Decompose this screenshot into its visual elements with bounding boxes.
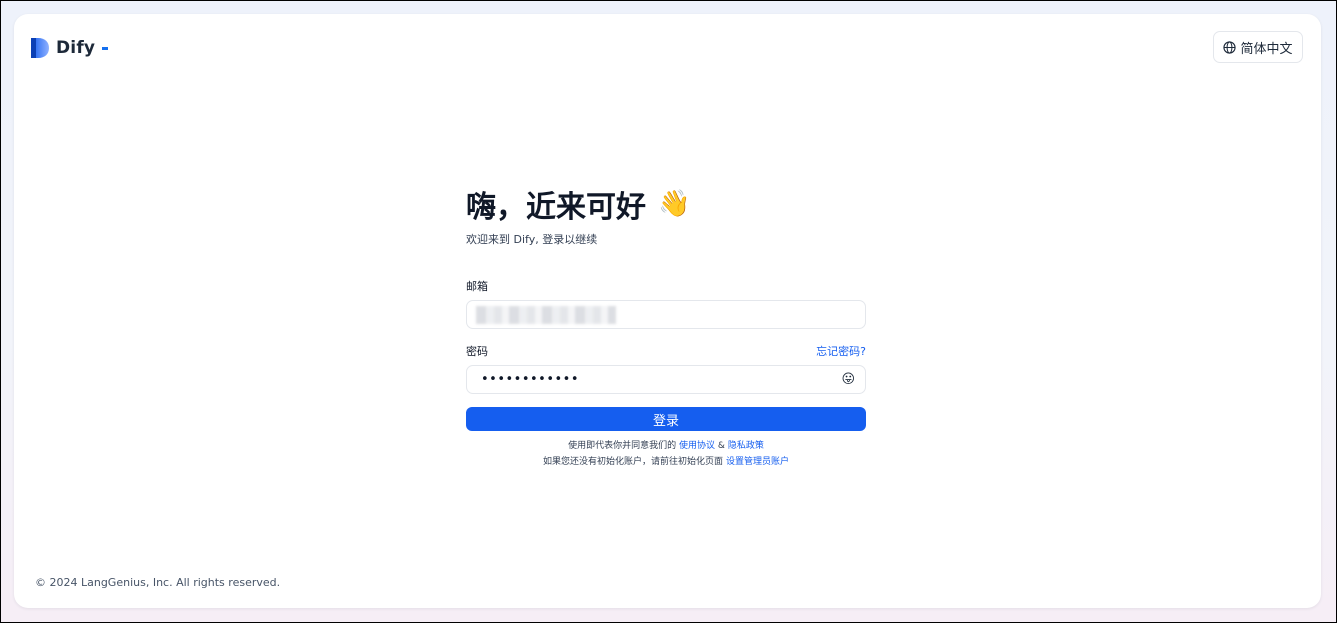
forgot-password-link[interactable]: 忘记密码? — [816, 343, 866, 359]
terms-ampersand: & — [717, 441, 725, 451]
language-label: 简体中文 — [1240, 41, 1293, 57]
email-label: 邮箱 — [466, 280, 488, 293]
setup-line: 如果您还没有初始化账户，请前往初始化页面 设置管理员账户 — [466, 454, 866, 470]
terms-notice: 使用即代表你并同意我们的 使用协议 & 隐私政策 如果您还没有初始化账户，请前往… — [466, 438, 866, 470]
greeting-text: 嗨，近来可好 — [466, 190, 646, 225]
terms-of-use-link[interactable]: 使用协议 — [679, 441, 715, 451]
greeting-heading: 嗨，近来可好 👋 — [466, 182, 866, 226]
terms-line: 使用即代表你并同意我们的 使用协议 & 隐私政策 — [466, 438, 866, 454]
setup-prefix: 如果您还没有初始化账户，请前往初始化页面 — [543, 457, 724, 467]
privacy-policy-link[interactable]: 隐私政策 — [728, 441, 764, 451]
login-button[interactable]: 登录 — [466, 407, 866, 431]
setup-admin-link[interactable]: 设置管理员账户 — [726, 457, 789, 467]
logo-accent-dot — [102, 46, 109, 50]
dify-logo-icon — [31, 38, 49, 58]
password-visibility-toggle-icon[interactable]: 😛 — [841, 372, 855, 387]
password-field[interactable]: •••••••••••• 😛 — [466, 365, 866, 394]
welcome-subtitle: 欢迎来到 Dify, 登录以继续 — [466, 233, 598, 246]
waving-hand-icon: 👋 — [658, 189, 691, 219]
language-selector-button[interactable]: 简体中文 — [1213, 31, 1303, 63]
email-label-row: 邮箱 — [466, 278, 866, 294]
login-panel: Dify 简体中文 嗨，近来可好 👋 欢迎来到 Dify, 登录以继续 邮箱 密… — [14, 14, 1321, 608]
dify-logo[interactable]: Dify — [30, 37, 109, 59]
logo-text: Dify — [56, 38, 96, 58]
password-value: •••••••••••• — [481, 372, 580, 387]
email-value-redacted — [476, 306, 616, 324]
terms-prefix: 使用即代表你并同意我们的 — [568, 441, 677, 451]
password-label-row: 密码 忘记密码? — [466, 343, 866, 359]
copyright-text: © 2024 LangGenius, Inc. All rights reser… — [35, 576, 281, 589]
login-form: 嗨，近来可好 👋 欢迎来到 Dify, 登录以继续 邮箱 密码 忘记密码? ••… — [466, 182, 866, 470]
password-label: 密码 — [466, 345, 488, 358]
email-field[interactable] — [466, 300, 866, 329]
globe-icon — [1223, 40, 1237, 54]
